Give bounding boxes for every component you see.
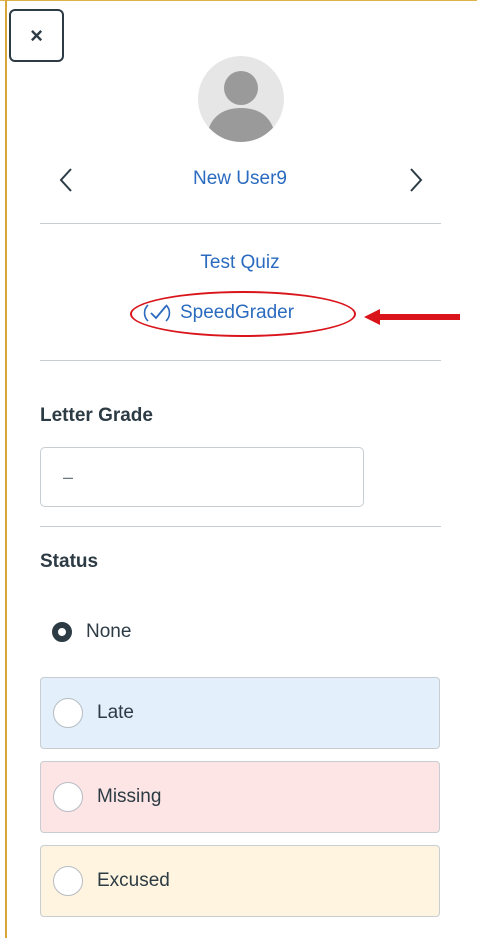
radio-unselected-icon xyxy=(53,782,83,812)
status-option-label: Missing xyxy=(97,786,162,807)
status-option-label: Excused xyxy=(97,870,170,891)
avatar xyxy=(198,56,284,142)
chevron-left-icon xyxy=(59,168,72,192)
student-name-link[interactable]: New User9 xyxy=(120,168,360,190)
status-option-excused[interactable]: Excused xyxy=(40,845,440,917)
status-option-none[interactable]: None xyxy=(52,616,131,648)
user-silhouette-icon xyxy=(206,71,276,142)
radio-unselected-icon xyxy=(53,866,83,896)
previous-student-button[interactable] xyxy=(52,166,80,194)
status-option-missing[interactable]: Missing xyxy=(40,761,440,833)
radio-selected-icon xyxy=(52,622,72,642)
divider xyxy=(40,223,441,224)
tray-left-border xyxy=(5,0,7,938)
annotation-ellipse xyxy=(130,291,356,337)
assignment-title-link[interactable]: Test Quiz xyxy=(120,252,360,274)
student-tray: × New User9 Test Quiz SpeedGrader Letter… xyxy=(0,0,477,938)
close-button[interactable]: × xyxy=(9,9,64,62)
divider xyxy=(40,360,441,361)
status-option-label: Late xyxy=(97,702,134,723)
close-icon: × xyxy=(30,22,43,48)
chevron-right-icon xyxy=(410,168,423,192)
divider xyxy=(40,526,441,527)
status-label: Status xyxy=(40,551,99,572)
status-option-late[interactable]: Late xyxy=(40,677,440,749)
tray-top-border xyxy=(0,0,477,1)
letter-grade-label: Letter Grade xyxy=(40,405,153,426)
status-option-label: None xyxy=(86,621,132,642)
letter-grade-input[interactable] xyxy=(40,447,364,507)
annotation-arrow-icon xyxy=(364,309,460,325)
radio-unselected-icon xyxy=(53,698,83,728)
next-student-button[interactable] xyxy=(402,166,430,194)
